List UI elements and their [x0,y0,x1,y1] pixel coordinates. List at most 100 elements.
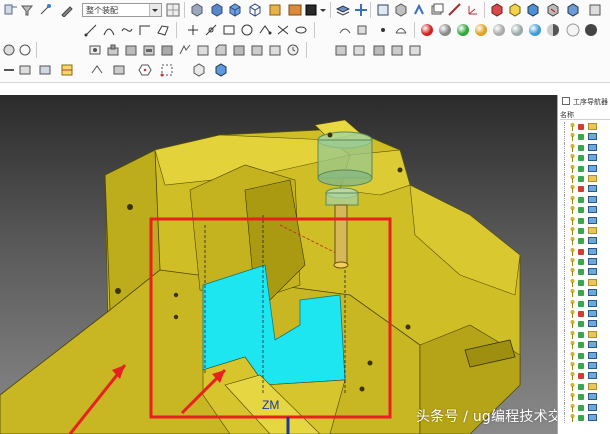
navigator-row[interactable] [558,392,610,403]
constraint-nav-icon[interactable] [112,63,126,77]
view-combo[interactable]: 整个装配 [82,3,162,17]
navigator-column-header[interactable]: 名称 [560,110,610,120]
constraint-icon[interactable] [4,3,18,17]
navigator-row[interactable] [558,402,610,413]
navigator-row[interactable] [558,153,610,164]
navigator-row[interactable] [558,412,610,424]
navigator-row[interactable] [558,277,610,289]
pattern-icon[interactable] [258,23,272,37]
view-orient-icon[interactable] [166,3,180,17]
navigator-tree[interactable] [558,122,610,424]
dot-icon[interactable] [376,23,390,37]
sphere-icon[interactable] [2,43,16,57]
graphics-viewport[interactable]: ZM [0,95,557,434]
navigator-checkbox[interactable] [562,97,570,105]
trim-icon[interactable] [276,23,290,37]
navigator-row[interactable] [558,163,610,174]
navigator-row[interactable] [558,257,610,268]
ring-icon[interactable] [18,43,32,57]
stack-icon[interactable] [430,3,444,17]
refresh-icon[interactable] [390,43,404,57]
boss-icon[interactable] [106,43,120,57]
bridge-icon[interactable] [394,23,408,37]
navigator-row[interactable] [558,173,610,185]
show-icon[interactable] [566,3,580,17]
axis-icon[interactable] [376,3,390,17]
assembly-icon[interactable] [18,63,32,77]
layer-icon[interactable] [336,3,350,17]
trim-body-icon[interactable] [408,43,422,57]
clipboard-icon[interactable] [490,3,504,17]
blend-icon[interactable] [232,43,246,57]
lightgrey-ball-icon[interactable] [492,23,506,37]
navigator-row[interactable] [558,319,610,330]
snap-point-icon[interactable] [38,3,52,17]
shaded-cube-icon[interactable] [228,3,242,17]
plane-icon[interactable] [156,23,170,37]
draft-icon[interactable] [250,43,264,57]
section-view-icon[interactable] [268,3,282,17]
yellow-ball-icon[interactable] [474,23,488,37]
ellipse-icon[interactable] [294,23,308,37]
navigator-row[interactable] [558,225,610,237]
grey-ball-icon[interactable] [438,23,452,37]
dark-ball-icon[interactable] [584,23,598,37]
navigator-row[interactable] [558,350,610,361]
navigator-row[interactable] [558,381,610,393]
navigator-row[interactable] [558,298,610,310]
half-ball-icon[interactable] [546,23,560,37]
green-ball-icon[interactable] [456,23,470,37]
arc-icon[interactable] [102,23,116,37]
cube-view-icon[interactable] [210,3,224,17]
navigator-row[interactable] [558,194,610,206]
clock-icon[interactable] [286,43,300,57]
move-component-icon[interactable] [60,63,74,77]
wcs-icon[interactable] [466,3,480,17]
groove-icon[interactable] [160,43,174,57]
display-icon[interactable] [526,3,540,17]
black-square-icon[interactable] [304,3,318,17]
measure-icon[interactable] [448,3,462,17]
more-tools-icon[interactable] [588,3,602,17]
navigator-row[interactable] [558,267,610,278]
render-style-icon[interactable] [190,3,204,17]
color-swatch-icon[interactable] [288,3,302,17]
navigator-row[interactable] [558,360,610,372]
shell-icon[interactable] [268,43,282,57]
navigator-row[interactable] [558,184,610,195]
add-component-icon[interactable] [38,63,52,77]
sketch-icon[interactable] [204,23,218,37]
offset-icon[interactable] [334,43,348,57]
glossy-ball-icon[interactable] [510,23,524,37]
move-icon[interactable] [354,3,368,17]
navigator-row[interactable] [558,246,610,258]
copy-icon[interactable] [412,3,426,17]
navigator-row[interactable] [558,215,610,226]
point-icon[interactable] [186,23,200,37]
hide-icon[interactable] [546,3,560,17]
rect-icon[interactable] [222,23,236,37]
chamfer-icon[interactable] [214,43,228,57]
hexagon-icon[interactable] [138,63,152,77]
combo-dropdown-icon[interactable] [149,4,161,16]
line-icon[interactable] [84,23,98,37]
extract-icon[interactable] [352,43,366,57]
navigator-row[interactable] [558,309,610,320]
corner-icon[interactable] [138,23,152,37]
navigator-row[interactable] [558,122,610,133]
pocket-icon[interactable] [124,43,138,57]
navigator-row[interactable] [558,371,610,382]
pad-icon[interactable] [196,43,210,57]
selection-box-icon[interactable] [160,63,174,77]
red-ball-icon[interactable] [420,23,434,37]
wireframe-cube-icon[interactable] [248,3,262,17]
hole-icon[interactable] [88,43,102,57]
sew-icon[interactable] [372,43,386,57]
pen-icon[interactable] [60,3,74,17]
analysis-icon[interactable] [508,3,522,17]
mate-icon[interactable] [90,63,104,77]
navigator-row[interactable] [558,236,610,247]
minus-icon[interactable] [2,63,16,77]
orient-cube-icon[interactable] [394,3,408,17]
slot-icon[interactable] [142,43,156,57]
